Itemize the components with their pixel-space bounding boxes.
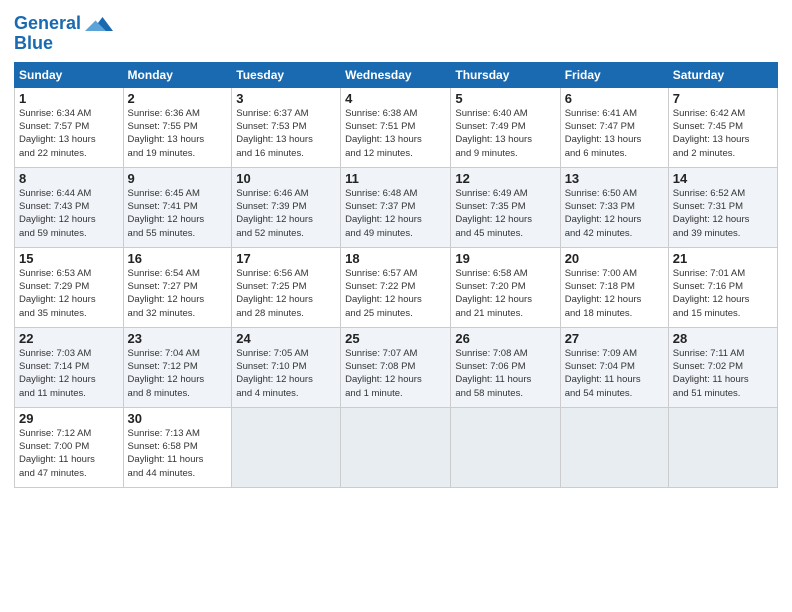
table-row: 28Sunrise: 7:11 AMSunset: 7:02 PMDayligh… (668, 327, 777, 407)
table-row: 23Sunrise: 7:04 AMSunset: 7:12 PMDayligh… (123, 327, 232, 407)
weekday-header-monday: Monday (123, 62, 232, 87)
table-row: 19Sunrise: 6:58 AMSunset: 7:20 PMDayligh… (451, 247, 560, 327)
logo-text2: Blue (14, 34, 53, 54)
table-row: 4Sunrise: 6:38 AMSunset: 7:51 PMDaylight… (341, 87, 451, 167)
table-row: 7Sunrise: 6:42 AMSunset: 7:45 PMDaylight… (668, 87, 777, 167)
weekday-header-sunday: Sunday (15, 62, 124, 87)
table-row: 3Sunrise: 6:37 AMSunset: 7:53 PMDaylight… (232, 87, 341, 167)
table-row: 24Sunrise: 7:05 AMSunset: 7:10 PMDayligh… (232, 327, 341, 407)
logo: General Blue (14, 10, 113, 54)
weekday-header-saturday: Saturday (668, 62, 777, 87)
calendar-week-2: 8Sunrise: 6:44 AMSunset: 7:43 PMDaylight… (15, 167, 778, 247)
table-row: 16Sunrise: 6:54 AMSunset: 7:27 PMDayligh… (123, 247, 232, 327)
table-row (232, 407, 341, 487)
table-row: 21Sunrise: 7:01 AMSunset: 7:16 PMDayligh… (668, 247, 777, 327)
weekday-header-friday: Friday (560, 62, 668, 87)
table-row (341, 407, 451, 487)
table-row: 26Sunrise: 7:08 AMSunset: 7:06 PMDayligh… (451, 327, 560, 407)
weekday-header-wednesday: Wednesday (341, 62, 451, 87)
table-row (451, 407, 560, 487)
table-row: 17Sunrise: 6:56 AMSunset: 7:25 PMDayligh… (232, 247, 341, 327)
weekday-header-tuesday: Tuesday (232, 62, 341, 87)
table-row: 1Sunrise: 6:34 AMSunset: 7:57 PMDaylight… (15, 87, 124, 167)
logo-text: General (14, 14, 81, 34)
table-row: 12Sunrise: 6:49 AMSunset: 7:35 PMDayligh… (451, 167, 560, 247)
calendar-body: 1Sunrise: 6:34 AMSunset: 7:57 PMDaylight… (15, 87, 778, 487)
table-row: 9Sunrise: 6:45 AMSunset: 7:41 PMDaylight… (123, 167, 232, 247)
table-row (560, 407, 668, 487)
table-row: 13Sunrise: 6:50 AMSunset: 7:33 PMDayligh… (560, 167, 668, 247)
table-row: 10Sunrise: 6:46 AMSunset: 7:39 PMDayligh… (232, 167, 341, 247)
table-row: 15Sunrise: 6:53 AMSunset: 7:29 PMDayligh… (15, 247, 124, 327)
calendar-week-3: 15Sunrise: 6:53 AMSunset: 7:29 PMDayligh… (15, 247, 778, 327)
weekday-header-thursday: Thursday (451, 62, 560, 87)
logo-icon (85, 10, 113, 38)
table-row: 8Sunrise: 6:44 AMSunset: 7:43 PMDaylight… (15, 167, 124, 247)
calendar-week-5: 29Sunrise: 7:12 AMSunset: 7:00 PMDayligh… (15, 407, 778, 487)
table-row: 11Sunrise: 6:48 AMSunset: 7:37 PMDayligh… (341, 167, 451, 247)
table-row: 18Sunrise: 6:57 AMSunset: 7:22 PMDayligh… (341, 247, 451, 327)
calendar-table: SundayMondayTuesdayWednesdayThursdayFrid… (14, 62, 778, 488)
calendar-week-4: 22Sunrise: 7:03 AMSunset: 7:14 PMDayligh… (15, 327, 778, 407)
calendar-container: General Blue SundayMondayTuesdayWednesda… (0, 0, 792, 612)
weekday-header-row: SundayMondayTuesdayWednesdayThursdayFrid… (15, 62, 778, 87)
table-row (668, 407, 777, 487)
calendar-week-1: 1Sunrise: 6:34 AMSunset: 7:57 PMDaylight… (15, 87, 778, 167)
table-row: 20Sunrise: 7:00 AMSunset: 7:18 PMDayligh… (560, 247, 668, 327)
table-row: 22Sunrise: 7:03 AMSunset: 7:14 PMDayligh… (15, 327, 124, 407)
table-row: 14Sunrise: 6:52 AMSunset: 7:31 PMDayligh… (668, 167, 777, 247)
table-row: 29Sunrise: 7:12 AMSunset: 7:00 PMDayligh… (15, 407, 124, 487)
table-row: 2Sunrise: 6:36 AMSunset: 7:55 PMDaylight… (123, 87, 232, 167)
table-row: 27Sunrise: 7:09 AMSunset: 7:04 PMDayligh… (560, 327, 668, 407)
header: General Blue (14, 10, 778, 54)
table-row: 30Sunrise: 7:13 AMSunset: 6:58 PMDayligh… (123, 407, 232, 487)
table-row: 25Sunrise: 7:07 AMSunset: 7:08 PMDayligh… (341, 327, 451, 407)
table-row: 6Sunrise: 6:41 AMSunset: 7:47 PMDaylight… (560, 87, 668, 167)
table-row: 5Sunrise: 6:40 AMSunset: 7:49 PMDaylight… (451, 87, 560, 167)
